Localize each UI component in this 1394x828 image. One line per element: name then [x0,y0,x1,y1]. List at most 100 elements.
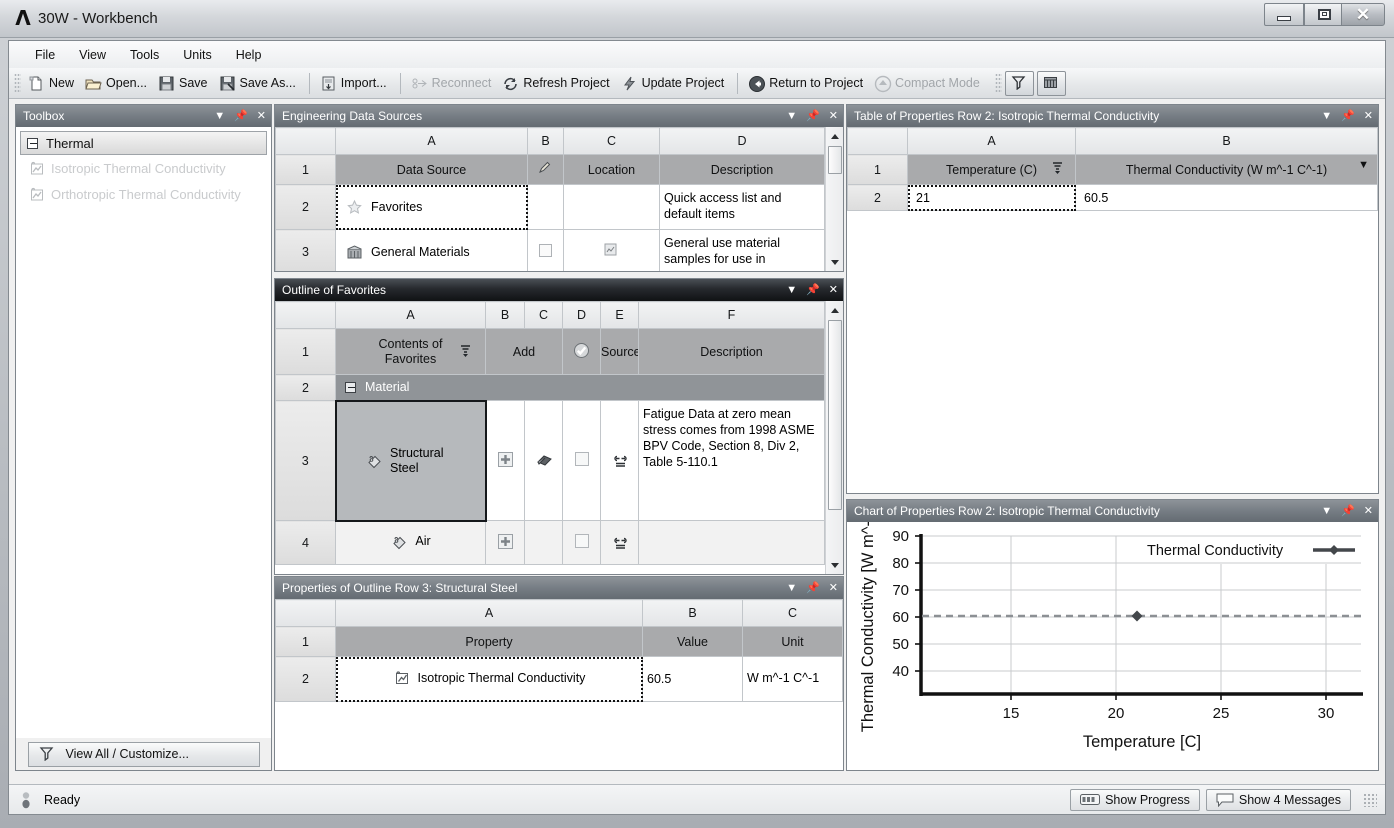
sort-icon[interactable] [1050,160,1067,177]
add-plus-icon[interactable] [497,451,514,468]
outline-cell-book[interactable] [524,400,563,521]
chevron-down-icon[interactable]: ▼ [1358,159,1369,171]
properties-col-b[interactable]: B [642,599,743,627]
scrollbar-thumb[interactable] [828,320,842,510]
toolbar-grip-2[interactable] [994,73,1002,93]
scroll-up-icon[interactable] [827,128,843,144]
table-props-cell-temperature[interactable]: 21 [907,184,1076,211]
properties-dropdown-icon[interactable]: ▼ [786,582,797,594]
chart-canvas[interactable]: 90 80 70 60 50 40 15 20 25 30 Thermal Co… [847,522,1378,770]
filter-engineering-data-toggle[interactable] [1004,70,1034,96]
eds-cell-edit[interactable] [527,229,564,271]
outline-cell-check[interactable] [562,520,601,565]
outline-col-e[interactable]: E [600,301,639,329]
save-as-button[interactable]: Save As... [215,71,303,96]
eds-close-icon[interactable]: ✕ [829,110,838,122]
scrollbar-thumb[interactable] [828,146,842,174]
eds-dropdown-icon[interactable]: ▼ [786,110,797,122]
outline-cell-check[interactable] [562,400,601,521]
menu-view[interactable]: View [67,44,118,66]
eds-col-c[interactable]: C [563,127,660,155]
outline-dropdown-icon[interactable]: ▼ [786,284,797,296]
eds-pin-icon[interactable]: 📌 [806,110,820,122]
scroll-down-icon[interactable] [827,557,843,573]
collapse-expander-icon[interactable] [27,137,38,149]
table-row-group[interactable]: 2 Material [275,374,825,401]
table-row[interactable]: 2 Isotropic Thermal Conductivity 60.5 W … [275,656,843,702]
outline-cell-add[interactable] [485,520,525,565]
show-progress-button[interactable]: Show Progress [1070,788,1200,811]
sidebar-item-orthotropic-thermal-conductivity[interactable]: Orthotropic Thermal Conductivity [20,181,271,207]
properties-col-c[interactable]: C [742,599,843,627]
table-props-cell-conductivity[interactable]: 60.5 [1075,184,1378,211]
scroll-down-icon[interactable] [827,254,843,270]
outline-col-c[interactable]: C [524,301,563,329]
chart-close-icon[interactable]: ✕ [1364,505,1373,517]
outline-pin-icon[interactable]: 📌 [806,284,820,296]
sidebar-item-isotropic-thermal-conductivity[interactable]: Isotropic Thermal Conductivity [20,155,271,181]
table-props-col-a[interactable]: A [907,127,1076,155]
close-button[interactable]: ✕ [1341,3,1385,26]
save-button[interactable]: Save [154,71,215,96]
outline-cell-add[interactable] [485,400,525,521]
table-row[interactable]: 2 Favorites Quick access list and defaul… [275,184,825,230]
checkbox-icon[interactable] [574,452,589,466]
return-to-project-button[interactable]: Return to Project [744,71,870,96]
checkbox-icon[interactable] [574,534,589,548]
table-row[interactable]: 2 21 60.5 [847,184,1378,211]
table-row[interactable]: 3 General Materials General use material… [275,229,825,271]
table-props-pin-icon[interactable]: 📌 [1341,110,1355,122]
import-button[interactable]: Import... [316,71,394,96]
menu-help[interactable]: Help [224,44,274,66]
eds-col-a[interactable]: A [335,127,528,155]
resize-gripper[interactable] [1363,792,1377,807]
outline-close-icon[interactable]: ✕ [829,284,838,296]
outline-cell-source[interactable] [600,400,639,521]
outline-cell-book[interactable] [524,520,563,565]
open-button[interactable]: Open... [81,71,154,96]
outline-col-b[interactable]: B [485,301,525,329]
outline-col-f[interactable]: F [638,301,825,329]
eds-cell-general-materials[interactable]: General Materials [335,229,528,271]
chart-pin-icon[interactable]: 📌 [1341,505,1355,517]
menu-tools[interactable]: Tools [118,44,171,66]
outline-cell-source[interactable] [600,520,639,565]
properties-pin-icon[interactable]: 📌 [806,582,820,594]
chart-dropdown-icon[interactable]: ▼ [1321,505,1332,517]
eds-col-b[interactable]: B [527,127,564,155]
maximize-button[interactable] [1304,3,1344,26]
minimize-button[interactable] [1264,3,1304,26]
outline-col-d[interactable]: D [562,301,601,329]
table-row[interactable]: 4 Air [275,520,825,565]
toolbox-close-icon[interactable]: ✕ [257,110,266,122]
outline-col-a[interactable]: A [335,301,486,329]
outline-group-material[interactable]: Material [335,374,825,401]
table-row[interactable]: 3 Structural Steel Fatigue Data at zero … [275,399,825,522]
show-messages-button[interactable]: Show 4 Messages [1205,788,1351,811]
properties-cell-property[interactable]: Isotropic Thermal Conductivity [335,656,643,702]
eds-cell-location[interactable] [563,229,660,271]
engineering-data-sources-toggle[interactable] [1036,70,1066,96]
properties-close-icon[interactable]: ✕ [829,582,838,594]
refresh-project-button[interactable]: Refresh Project [498,71,616,96]
eds-col-d[interactable]: D [659,127,825,155]
eds-vertical-scrollbar[interactable] [825,127,843,271]
menu-units[interactable]: Units [171,44,223,66]
table-props-col-b[interactable]: B [1075,127,1378,155]
toolbar-grip[interactable] [14,73,21,93]
table-props-close-icon[interactable]: ✕ [1364,110,1373,122]
checkbox-icon[interactable] [539,244,552,257]
menu-file[interactable]: File [23,44,67,66]
properties-col-a[interactable]: A [335,599,643,627]
toolbox-group-thermal[interactable]: Thermal [20,131,267,155]
update-project-button[interactable]: Update Project [617,71,732,96]
outline-cell-air[interactable]: Air [335,520,486,565]
table-props-dropdown-icon[interactable]: ▼ [1321,110,1332,122]
outline-cell-structural-steel[interactable]: Structural Steel [334,399,487,522]
eds-cell-favorites[interactable]: Favorites [335,184,528,230]
scroll-up-icon[interactable] [827,302,843,318]
toolbox-pin-icon[interactable]: 📌 [234,110,248,122]
new-button[interactable]: New [24,71,81,96]
compact-mode-button[interactable]: Compact Mode [870,71,987,96]
sort-icon[interactable] [458,343,475,360]
